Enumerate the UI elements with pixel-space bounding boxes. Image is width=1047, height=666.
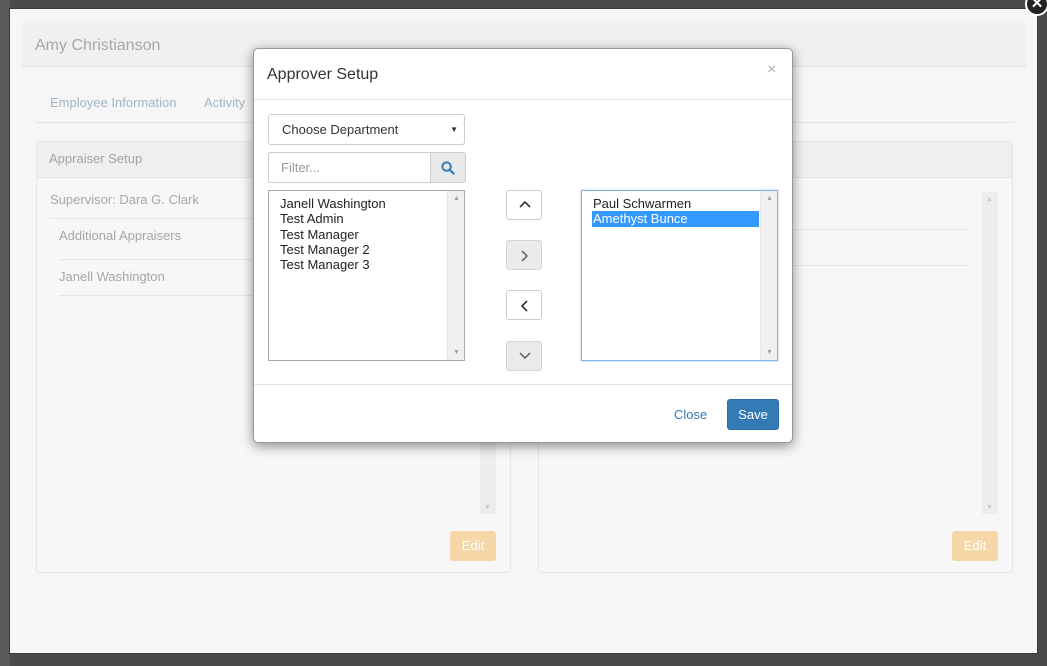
list-item[interactable]: Paul Schwarmen <box>592 196 759 211</box>
close-button[interactable]: Close <box>674 407 707 422</box>
additional-appraisers-label: Additional Appraisers <box>59 228 182 243</box>
list-item[interactable]: Test Admin <box>279 211 446 226</box>
available-approvers-list[interactable]: Janell Washington Test Admin Test Manager T… <box>268 190 465 361</box>
close-icon[interactable]: × <box>767 61 776 79</box>
department-select[interactable]: Choose Department ▼ <box>268 114 465 145</box>
dialog-title: Approver Setup <box>267 66 379 83</box>
move-left-button[interactable] <box>506 290 542 320</box>
search-icon <box>441 161 455 175</box>
dialog-footer: Close Save <box>254 384 792 442</box>
appraiser-name: Janell Washington <box>59 269 165 284</box>
tab-employee-information[interactable]: Employee Information <box>50 95 176 110</box>
panel-scrollbar[interactable]: ▲ ▼ <box>982 192 998 514</box>
list-item[interactable]: Janell Washington <box>279 196 446 211</box>
supervisor-label: Supervisor: Dara G. Clark <box>50 192 199 207</box>
filter-search-button[interactable] <box>430 152 466 183</box>
list-scrollbar[interactable]: ▲ ▼ <box>760 191 777 360</box>
list-item[interactable]: Amethyst Bunce <box>592 211 759 227</box>
edit-approvers-button[interactable]: Edit <box>952 531 998 561</box>
list-scrollbar[interactable]: ▲ ▼ <box>447 191 464 360</box>
approver-setup-dialog: Approver Setup × Choose Department ▼ Jan… <box>253 48 793 443</box>
save-button[interactable]: Save <box>727 399 779 430</box>
list-item[interactable]: Test Manager 2 <box>279 242 446 257</box>
employee-name: Amy Christianson <box>35 37 161 54</box>
chevron-right-icon <box>521 250 528 262</box>
move-down-button[interactable] <box>506 341 542 371</box>
tab-activity[interactable]: Activity <box>204 95 245 110</box>
edit-appraisers-button[interactable]: Edit <box>450 531 496 561</box>
filter-input[interactable] <box>268 152 431 183</box>
list-item[interactable]: Test Manager 3 <box>279 257 446 272</box>
caret-down-icon: ▼ <box>450 125 458 134</box>
selected-approvers-list[interactable]: Paul Schwarmen Amethyst Bunce ▲ ▼ <box>581 190 778 361</box>
dialog-header: Approver Setup × <box>254 49 792 100</box>
move-right-button[interactable] <box>506 240 542 270</box>
department-select-value: Choose Department <box>282 122 399 137</box>
move-up-button[interactable] <box>506 190 542 220</box>
chevron-up-icon <box>519 200 531 208</box>
list-item[interactable]: Test Manager <box>279 227 446 242</box>
chevron-left-icon <box>520 300 528 312</box>
chevron-down-icon <box>519 352 531 359</box>
